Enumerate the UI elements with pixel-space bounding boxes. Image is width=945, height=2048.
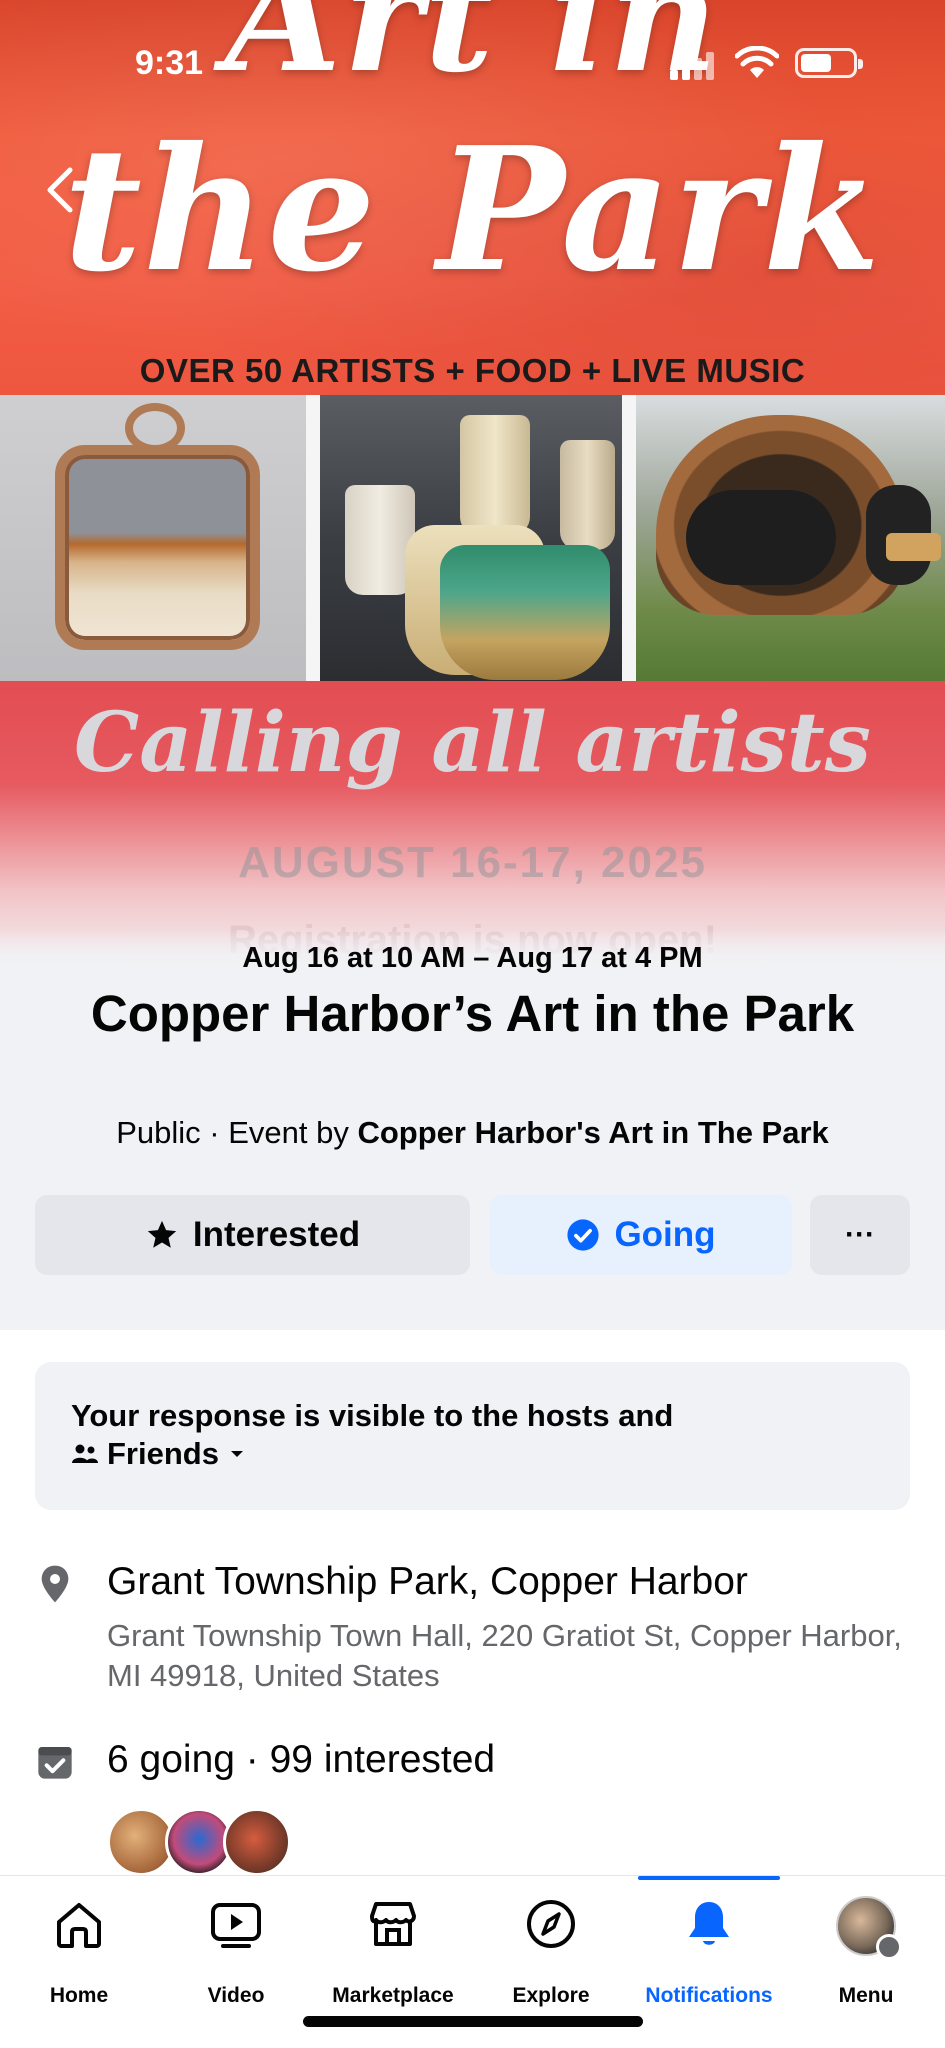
bear-carving (686, 490, 836, 585)
nav-video-label: Video (207, 1984, 265, 2007)
nav-marketplace-label: Marketplace (332, 1984, 454, 2007)
event-cover-image[interactable]: Art in the Park OVER 50 ARTISTS + FOOD +… (0, 0, 945, 975)
wifi-icon (735, 46, 779, 78)
welcome-sign (886, 533, 941, 561)
interested-label: Interested (192, 1215, 361, 1254)
event-header: Aug 16 at 10 AM – Aug 17 at 4 PM Copper … (0, 930, 945, 1330)
active-tab-indicator (638, 1876, 780, 1880)
event-meta-separator: · Event by (200, 1115, 358, 1150)
pottery-photo (320, 395, 622, 681)
interested-button[interactable]: Interested (35, 1195, 470, 1275)
calendar-check-icon (38, 1747, 72, 1779)
nav-home-label: Home (49, 1984, 109, 2007)
bowl (440, 545, 610, 680)
location-name: Grant Township Park, Copper Harbor (107, 1560, 748, 1603)
wood-carving-photo (636, 395, 945, 681)
event-meta: Public · Event by Copper Harbor's Art in… (0, 1115, 945, 1151)
mug (560, 440, 615, 550)
cover-photo-row (0, 395, 945, 681)
pendant (55, 445, 260, 650)
marketplace-icon (370, 1902, 416, 1946)
event-details: Your response is visible to the hosts an… (0, 1330, 945, 1890)
video-icon (211, 1903, 261, 1948)
nav-menu-label: Menu (838, 1984, 894, 2007)
pendant-photo (0, 395, 306, 681)
nav-marketplace[interactable]: Marketplace (314, 1896, 472, 2007)
location-pin-icon (41, 1565, 69, 1603)
nav-explore[interactable]: Explore (472, 1896, 630, 2007)
more-dots-icon: ··· (845, 1218, 875, 1251)
caret-down-icon (230, 1451, 243, 1457)
more-options-button[interactable]: ··· (810, 1195, 910, 1275)
back-chevron-icon[interactable] (38, 160, 82, 220)
battery-icon (795, 48, 863, 78)
nav-home[interactable]: Home (0, 1896, 158, 2007)
audience-label: Friends (107, 1436, 219, 1471)
nav-explore-label: Explore (512, 1984, 590, 2007)
event-host-link[interactable]: Copper Harbor's Art in The Park (357, 1115, 828, 1150)
home-indicator[interactable] (303, 2016, 643, 2027)
home-icon (57, 1903, 101, 1948)
event-title: Copper Harbor’s Art in the Park (90, 985, 855, 1042)
menu-badge-icon (876, 1934, 902, 1960)
nav-menu[interactable]: Menu (787, 1896, 945, 2007)
cellular-signal-icon (670, 50, 720, 80)
status-bar: 9:31 (0, 0, 945, 120)
nav-notifications-label: Notifications (645, 1984, 773, 2007)
cover-calling-text: Calling all artists (74, 695, 871, 791)
cover-subtitle: OVER 50 ARTISTS + FOOD + LIVE MUSIC (139, 352, 806, 389)
status-time: 9:31 (135, 44, 204, 82)
nav-video[interactable]: Video (157, 1896, 315, 2007)
event-privacy: Public (116, 1115, 201, 1150)
attendance-summary: 6 going · 99 interested (107, 1738, 496, 1781)
friends-icon (72, 1444, 98, 1463)
compass-icon (527, 1900, 575, 1948)
cover-dates-text: AUGUST 16-17, 2025 (238, 838, 707, 887)
bell-icon (689, 1902, 729, 1945)
visibility-text: Your response is visible to the hosts an… (71, 1398, 674, 1433)
event-action-row: Interested Going ··· (35, 1195, 910, 1275)
check-circle-icon (567, 1219, 600, 1251)
audience-selector[interactable]: Friends (71, 1436, 874, 1472)
avatar (223, 1808, 291, 1876)
location-address: Grant Township Town Hall, 220 Gratiot St… (107, 1618, 902, 1693)
going-label: Going (614, 1215, 716, 1254)
going-button[interactable]: Going (490, 1195, 792, 1275)
event-date-range: Aug 16 at 10 AM – Aug 17 at 4 PM (242, 942, 703, 974)
star-icon (147, 1220, 177, 1248)
event-page: Art in the Park OVER 50 ARTISTS + FOOD +… (0, 0, 945, 2048)
mug (460, 415, 530, 535)
nav-notifications[interactable]: Notifications (630, 1896, 788, 2007)
response-visibility-card: Your response is visible to the hosts an… (35, 1362, 910, 1510)
cover-title-line2: the Park (63, 110, 882, 310)
